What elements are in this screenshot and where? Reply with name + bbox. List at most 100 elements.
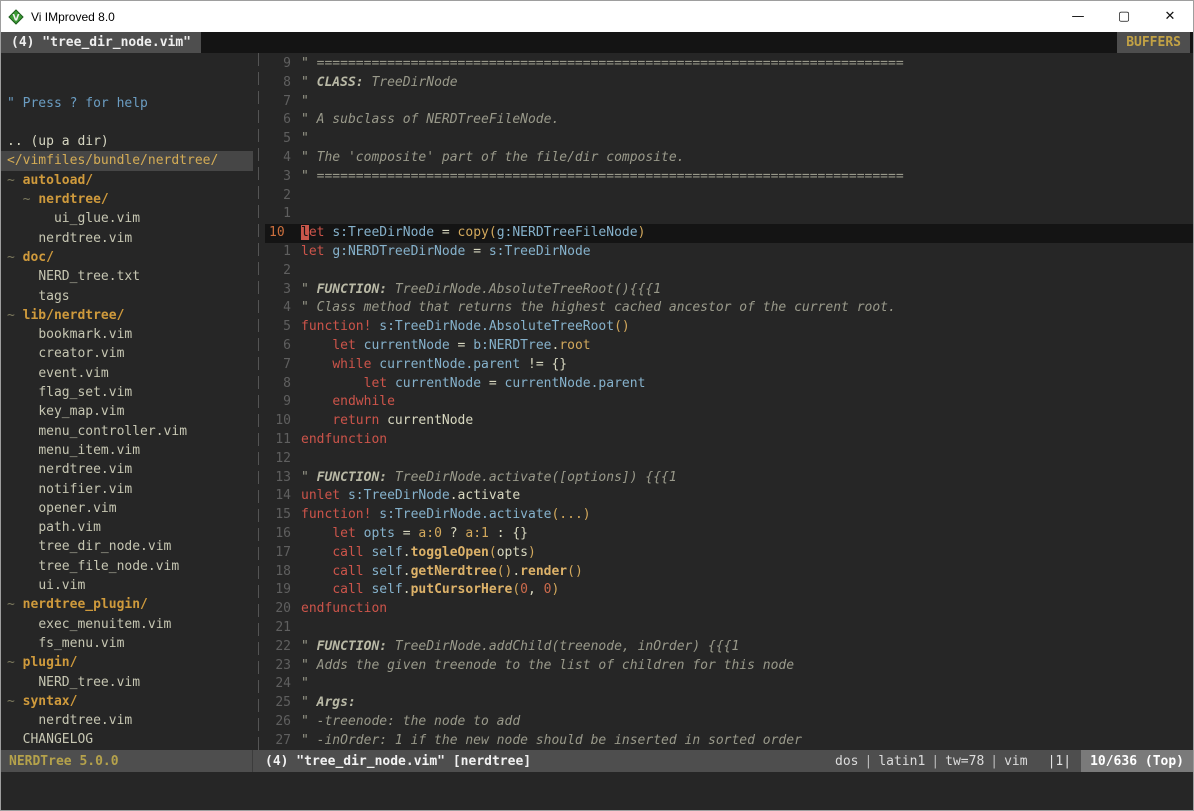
close-button[interactable]: ✕ (1147, 1, 1193, 32)
code-line[interactable]: 8" CLASS: TreeDirNode (265, 74, 1193, 93)
tree-indent (7, 366, 38, 381)
code-line[interactable]: 9" =====================================… (265, 55, 1193, 74)
code-line[interactable]: 2 (265, 187, 1193, 206)
code-line[interactable]: 23" Adds the given treenode to the list … (265, 657, 1193, 676)
tree-item-label: lib/nerdtree/ (23, 308, 125, 323)
tree-dir-item[interactable]: ~ syntax/ (1, 692, 253, 711)
tree-file-item[interactable]: creator.vim (1, 344, 253, 363)
tree-item-label: nerdtree/ (38, 192, 108, 207)
tree-file-item[interactable]: nerdtree.vim (1, 460, 253, 479)
tree-dir-item[interactable]: ~ nerdtree/ (1, 190, 253, 209)
line-number: 9 (265, 55, 301, 74)
tree-file-item[interactable]: path.vim (1, 518, 253, 537)
window-separator[interactable] (253, 53, 265, 750)
code-line[interactable]: 15function! s:TreeDirNode.activate(...) (265, 506, 1193, 525)
tree-dir-item[interactable]: ~ autoload/ (1, 171, 253, 190)
tree-file-item[interactable]: flag_set.vim (1, 383, 253, 402)
code-line[interactable]: 9 endwhile (265, 393, 1193, 412)
code-line-current[interactable]: 10let s:TreeDirNode = copy(g:NERDTreeFil… (265, 224, 1193, 243)
tree-dir-item[interactable]: ~ lib/nerdtree/ (1, 306, 253, 325)
code-line[interactable]: 25" Args: (265, 694, 1193, 713)
code-line[interactable]: 22" FUNCTION: TreeDirNode.addChild(treen… (265, 638, 1193, 657)
code-line[interactable]: 4" The 'composite' part of the file/dir … (265, 149, 1193, 168)
code-line[interactable]: 19 call self.putCursorHere(0, 0) (265, 581, 1193, 600)
tree-item-label: ui_glue.vim (54, 211, 140, 226)
tree-dir-item[interactable]: ~ plugin/ (1, 653, 253, 672)
tree-file-item[interactable]: menu_controller.vim (1, 422, 253, 441)
code-line[interactable]: 5function! s:TreeDirNode.AbsoluteTreeRoo… (265, 318, 1193, 337)
tree-file-item[interactable]: key_map.vim (1, 402, 253, 421)
code-line[interactable]: 6 let currentNode = b:NERDTree.root (265, 337, 1193, 356)
code-line[interactable]: 16 let opts = a:0 ? a:1 : {} (265, 525, 1193, 544)
tree-indent (7, 424, 38, 439)
maximize-button[interactable]: ▢ (1101, 1, 1147, 32)
code-line[interactable]: 6" A subclass of NERDTreeFileNode. (265, 111, 1193, 130)
dir-open-arrow-icon[interactable]: ~ (7, 250, 23, 265)
minimize-button[interactable]: — (1055, 1, 1101, 32)
tree-indent (7, 211, 54, 226)
code-text: " FUNCTION: TreeDirNode.activate([option… (301, 469, 677, 488)
tree-file-item[interactable]: CHANGELOG (1, 730, 253, 749)
tree-file-item[interactable]: opener.vim (1, 499, 253, 518)
dir-open-arrow-icon[interactable]: ~ (7, 308, 23, 323)
code-line[interactable]: 26" -treenode: the node to add (265, 713, 1193, 732)
code-line[interactable]: 4" Class method that returns the highest… (265, 299, 1193, 318)
code-text: call self.putCursorHere(0, 0) (301, 581, 559, 600)
tree-item-label: autoload/ (23, 173, 93, 188)
code-line[interactable]: 7" (265, 93, 1193, 112)
code-line[interactable]: 21 (265, 619, 1193, 638)
code-text: " (301, 675, 309, 694)
dir-open-arrow-icon[interactable]: ~ (7, 173, 23, 188)
code-line[interactable]: 17 call self.toggleOpen(opts) (265, 544, 1193, 563)
tree-dir-item[interactable]: ~ doc/ (1, 248, 253, 267)
tree-file-item[interactable]: bookmark.vim (1, 325, 253, 344)
code-line[interactable]: 24" (265, 675, 1193, 694)
tree-root-path[interactable]: </vimfiles/bundle/nerdtree/ (1, 151, 253, 170)
dir-open-arrow-icon[interactable]: ~ (7, 655, 23, 670)
code-line[interactable]: 18 call self.getNerdtree().render() (265, 563, 1193, 582)
command-line[interactable] (1, 772, 1193, 810)
tree-file-item[interactable]: tree_file_node.vim (1, 557, 253, 576)
code-line[interactable]: 7 while currentNode.parent != {} (265, 356, 1193, 375)
code-line[interactable]: 1 (265, 205, 1193, 224)
tree-item-label: bookmark.vim (38, 327, 132, 342)
code-line[interactable]: 12 (265, 450, 1193, 469)
tree-file-item[interactable]: exec_menuitem.vim (1, 615, 253, 634)
tree-indent (7, 443, 38, 458)
tree-item-label: " Press ? for help (7, 96, 148, 111)
tree-file-item[interactable]: nerdtree.vim (1, 229, 253, 248)
tree-file-item[interactable]: NERD_tree.txt (1, 267, 253, 286)
tree-file-item[interactable]: fs_menu.vim (1, 634, 253, 653)
tree-file-item[interactable]: ui.vim (1, 576, 253, 595)
tab-active[interactable]: (4) "tree_dir_node.vim" (1, 32, 201, 53)
code-line[interactable]: 13" FUNCTION: TreeDirNode.activate([opti… (265, 469, 1193, 488)
tree-file-item[interactable]: menu_item.vim (1, 441, 253, 460)
tree-file-item[interactable]: tree_dir_node.vim (1, 537, 253, 556)
tree-file-item[interactable]: NERD_tree.vim (1, 673, 253, 692)
tree-file-item[interactable]: ui_glue.vim (1, 209, 253, 228)
code-text: endwhile (301, 393, 395, 412)
code-line[interactable]: 8 let currentNode = currentNode.parent (265, 375, 1193, 394)
code-line[interactable]: 14unlet s:TreeDirNode.activate (265, 487, 1193, 506)
code-line[interactable]: 10 return currentNode (265, 412, 1193, 431)
code-line[interactable]: 3" FUNCTION: TreeDirNode.AbsoluteTreeRoo… (265, 281, 1193, 300)
code-line[interactable]: 3" =====================================… (265, 168, 1193, 187)
tree-up-dir[interactable]: .. (up a dir) (1, 132, 253, 151)
tree-indent (7, 539, 38, 554)
tree-file-item[interactable]: notifier.vim (1, 480, 253, 499)
tree-dir-item[interactable]: ~ nerdtree_plugin/ (1, 595, 253, 614)
dir-open-arrow-icon[interactable]: ~ (7, 597, 23, 612)
code-line[interactable]: 5" (265, 130, 1193, 149)
tree-file-item[interactable]: event.vim (1, 364, 253, 383)
tree-file-item[interactable]: tags (1, 287, 253, 306)
tree-file-item[interactable]: nerdtree.vim (1, 711, 253, 730)
line-number: 23 (265, 657, 301, 676)
code-line[interactable]: 20endfunction (265, 600, 1193, 619)
code-line[interactable]: 27" -inOrder: 1 if the new node should b… (265, 732, 1193, 750)
dir-open-arrow-icon[interactable]: ~ (7, 694, 23, 709)
code-line[interactable]: 11endfunction (265, 431, 1193, 450)
code-line[interactable]: 1let g:NERDTreeDirNode = s:TreeDirNode (265, 243, 1193, 262)
tree-item-label: opener.vim (38, 501, 116, 516)
dir-open-arrow-icon[interactable]: ~ (23, 192, 39, 207)
code-line[interactable]: 2 (265, 262, 1193, 281)
